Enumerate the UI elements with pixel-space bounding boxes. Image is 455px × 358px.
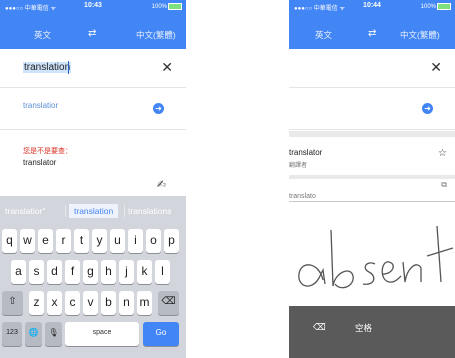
key-c[interactable]: c (65, 291, 80, 315)
key-w[interactable]: w (20, 229, 35, 253)
key-f[interactable]: f (65, 260, 80, 284)
space-button[interactable]: 空格 (355, 322, 372, 334)
globe-icon[interactable]: 🌐 (25, 322, 42, 346)
key-x[interactable]: x (47, 291, 62, 315)
key-p[interactable]: p (164, 229, 179, 253)
result-word: translator (289, 148, 323, 157)
handwriting-icon[interactable]: ✍ (157, 178, 166, 191)
shift-key[interactable]: ⇧ (2, 291, 23, 315)
status-bar: ●●●○○ 中華電信 ᯤ 10:44 100% (289, 0, 455, 13)
clear-icon[interactable]: ✕ (430, 59, 442, 76)
suggestion-row[interactable]: translatior ➜ (0, 89, 186, 130)
space-key[interactable]: space (65, 322, 139, 346)
key-s[interactable]: s (29, 260, 44, 284)
handwriting-canvas[interactable]: absent (289, 201, 455, 307)
key-e[interactable]: e (38, 229, 53, 253)
key-h[interactable]: h (101, 260, 116, 284)
result-card[interactable]: translato ⧉ (289, 179, 455, 201)
battery-percent: 100% (151, 4, 167, 11)
key-o[interactable]: o (146, 229, 161, 253)
divider (65, 205, 66, 217)
key-q[interactable]: q (2, 229, 17, 253)
key-row-3: ⇧ z x c v b n m ⌫ (0, 291, 186, 315)
carrier-label: ●●●○○ 中華電信 ᯤ (5, 6, 56, 12)
key-n[interactable]: n (119, 291, 134, 315)
target-language-button[interactable]: 中文(繁體) (400, 29, 440, 41)
swap-languages-icon[interactable]: ⇄ (88, 28, 96, 39)
did-you-mean-label: 您是不是要查： (23, 148, 72, 155)
arrow-right-icon[interactable]: ➜ (153, 103, 164, 114)
text-caret (68, 61, 69, 74)
key-g[interactable]: g (83, 260, 98, 284)
delete-key[interactable]: ⌫ (158, 291, 179, 315)
key-r[interactable]: r (56, 229, 71, 253)
key-y[interactable]: y (92, 229, 107, 253)
translation-input[interactable]: translation ✕ (0, 49, 186, 88)
language-bar: 英文 ⇄ 中文(繁體) (289, 13, 455, 49)
swap-languages-icon[interactable]: ⇄ (368, 28, 376, 39)
target-language-button[interactable]: 中文(繁體) (136, 29, 176, 41)
clear-icon[interactable]: ✕ (161, 59, 173, 76)
key-d[interactable]: d (47, 260, 62, 284)
result-card[interactable]: translator 翻譯者 ☆ (289, 137, 455, 175)
key-row-4: 123 🌐 🎙 space Go (0, 322, 186, 346)
source-language-button[interactable]: 英文 (315, 29, 332, 41)
status-bar: ●●●○○ 中華電信 ᯤ 10:43 100% (0, 0, 186, 13)
battery-icon (168, 3, 182, 10)
battery-indicator: 100% (421, 3, 451, 10)
did-you-mean-word[interactable]: translator (23, 158, 56, 167)
carrier-label: ●●●○○ 中華電信 ᯤ (294, 6, 345, 12)
microphone-icon[interactable]: 🎙 (45, 322, 62, 346)
handwriting-strokes (298, 225, 454, 289)
key-l[interactable]: l (155, 260, 170, 284)
key-t[interactable]: t (74, 229, 89, 253)
key-a[interactable]: a (11, 260, 26, 284)
arrow-right-icon[interactable]: ➜ (422, 103, 433, 114)
input-text[interactable]: translation (23, 62, 72, 73)
left-screen: ●●●○○ 中華電信 ᯤ 10:43 100% 英文 ⇄ 中文(繁體) tran… (0, 0, 186, 358)
prediction-3[interactable]: translations (128, 206, 171, 216)
key-b[interactable]: b (101, 291, 116, 315)
key-row-2: a s d f g h j k l (0, 260, 186, 284)
key-j[interactable]: j (119, 260, 134, 284)
key-z[interactable]: z (29, 291, 44, 315)
suggestion-text[interactable]: translatior (23, 101, 58, 110)
battery-indicator: 100% (152, 3, 182, 10)
clock: 10:43 (84, 2, 102, 9)
backspace-icon[interactable]: ⌫ (313, 322, 326, 333)
battery-percent: 100% (420, 4, 436, 11)
language-bar: 英文 ⇄ 中文(繁體) (0, 13, 186, 49)
divider (124, 205, 125, 217)
prediction-bar: translatior" translation translations (0, 202, 186, 220)
key-u[interactable]: u (110, 229, 125, 253)
result-translation: 翻譯者 (289, 163, 308, 169)
key-i[interactable]: i (128, 229, 143, 253)
prediction-1[interactable]: translatior" (5, 206, 45, 216)
key-k[interactable]: k (137, 260, 152, 284)
translation-input[interactable]: ✕ (289, 49, 455, 88)
handwriting-toolbar: ⌫ 空格 (289, 306, 455, 358)
go-key[interactable]: Go (143, 322, 179, 346)
source-language-button[interactable]: 英文 (34, 29, 51, 41)
results-list: translator 翻譯者 ☆ translato ⧉ (289, 131, 455, 201)
keyboard: translatior" translation translations q … (0, 196, 186, 358)
star-icon[interactable]: ☆ (438, 148, 447, 159)
key-v[interactable]: v (83, 291, 98, 315)
copy-icon[interactable]: ⧉ (441, 180, 447, 190)
numbers-key[interactable]: 123 (2, 322, 22, 346)
prediction-2[interactable]: translation (69, 204, 119, 218)
clock: 10:44 (363, 2, 381, 9)
key-row-1: q w e r t y u i o p (0, 229, 186, 253)
suggestion-row[interactable]: ➜ (289, 89, 455, 130)
key-m[interactable]: m (137, 291, 152, 315)
battery-icon (437, 3, 451, 10)
right-screen: ●●●○○ 中華電信 ᯤ 10:44 100% 英文 ⇄ 中文(繁體) ✕ ➜ … (289, 0, 455, 358)
result-word: translato (289, 193, 316, 200)
